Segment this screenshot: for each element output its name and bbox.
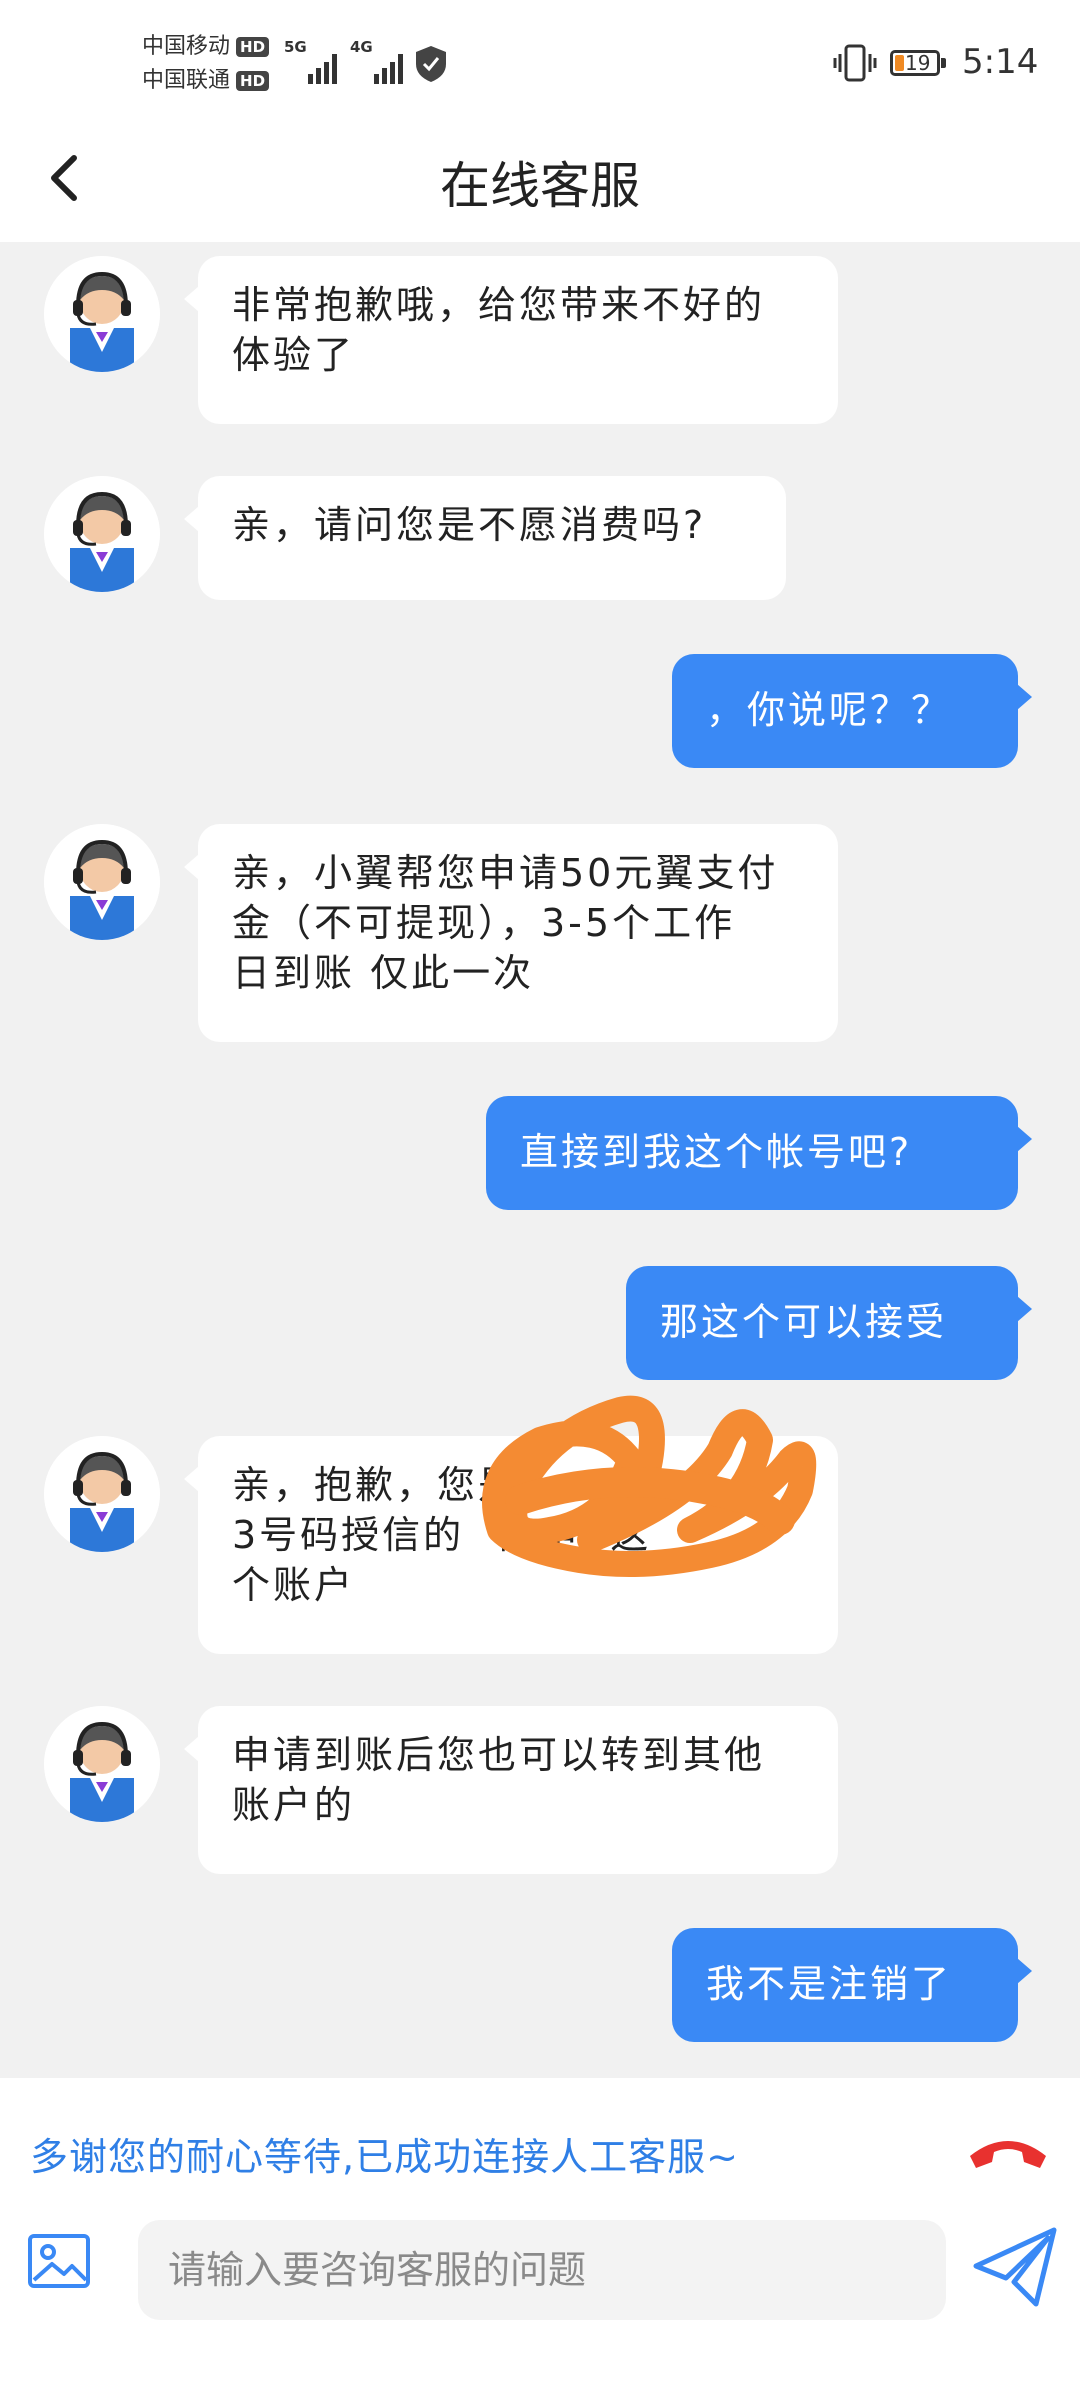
- agent-message: 申请到账后您也可以转到其他 账户的: [184, 1706, 838, 1874]
- redaction-scribble: [482, 1395, 817, 1577]
- vibrate-icon: [833, 44, 877, 82]
- message-line: 亲，小翼帮您申请50元翼支付: [232, 851, 779, 895]
- agent-message: 亲，请问您是不愿消费吗?: [184, 476, 786, 600]
- carrier-info: 中国移动 HD 中国联通 HD: [142, 30, 270, 98]
- agent-avatar: [44, 824, 160, 940]
- battery-icon: 19: [890, 50, 940, 76]
- user-message: ，你说呢？？: [672, 654, 1032, 768]
- shield-icon: [416, 46, 446, 82]
- message-line: 体验了: [232, 333, 356, 377]
- clock: 5:14: [962, 42, 1039, 82]
- agent-avatar: [44, 256, 160, 372]
- message-fragment: 3号码授信的: [232, 1513, 465, 1557]
- hd-badge-1: HD: [236, 37, 270, 57]
- connection-notice: 多谢您的耐心等待,已成功连接人工客服~: [30, 2135, 739, 2179]
- user-message: 我不是注销了: [672, 1928, 1032, 2042]
- message-line: 亲，请问您是不愿消费吗?: [232, 503, 707, 547]
- message-line: 申请到账后您也可以转到其他: [232, 1733, 766, 1777]
- question-input[interactable]: [138, 2220, 946, 2320]
- battery-tip: [941, 58, 946, 68]
- agent-message: 亲，小翼帮您申请50元翼支付 金（不可提现），3-5个工作 日到账 仅此一次: [184, 824, 838, 1042]
- message-line: 金（不可提现），3-5个工作: [232, 901, 736, 945]
- message-line: ，你说呢？？: [706, 688, 953, 732]
- agent-message: 非常抱歉哦，给您带来不好的 体验了: [184, 256, 838, 424]
- status-bar: 中国移动 HD 中国联通 HD 5G 4G 19 5:14: [0, 0, 1080, 130]
- battery-level: 19: [905, 51, 931, 75]
- phone-hangup-icon[interactable]: [962, 2122, 1054, 2182]
- top-bar: 中国移动 HD 中国联通 HD 5G 4G 19 5:14 在线客服: [0, 0, 1080, 242]
- send-icon[interactable]: [970, 2222, 1060, 2312]
- image-icon[interactable]: [26, 2228, 92, 2294]
- user-message: 那这个可以接受: [626, 1266, 1032, 1380]
- message-line: 非常抱歉哦，给您带来不好的: [232, 283, 766, 327]
- header: 在线客服: [0, 130, 1080, 242]
- hd-badge-2: HD: [236, 71, 270, 91]
- message-line: 直接到我这个帐号吧?: [520, 1130, 913, 1174]
- agent-avatar: [44, 1436, 160, 1552]
- network-label-1: 5G: [284, 38, 307, 56]
- chat-footer: 多谢您的耐心等待,已成功连接人工客服~: [0, 2078, 1080, 2400]
- agent-avatar: [44, 476, 160, 592]
- message-line: 我不是注销了: [706, 1962, 953, 2006]
- message-line: 那这个可以接受: [660, 1300, 948, 1344]
- carrier-1: 中国移动: [142, 34, 231, 59]
- network-label-2: 4G: [350, 38, 373, 56]
- agent-avatar: [44, 1706, 160, 1822]
- message-line: 账户的: [232, 1783, 356, 1827]
- message-line: 日到账 仅此一次: [232, 951, 535, 995]
- user-message: 直接到我这个帐号吧?: [486, 1096, 1032, 1210]
- carrier-2: 中国联通: [142, 68, 231, 93]
- page-title: 在线客服: [440, 157, 640, 215]
